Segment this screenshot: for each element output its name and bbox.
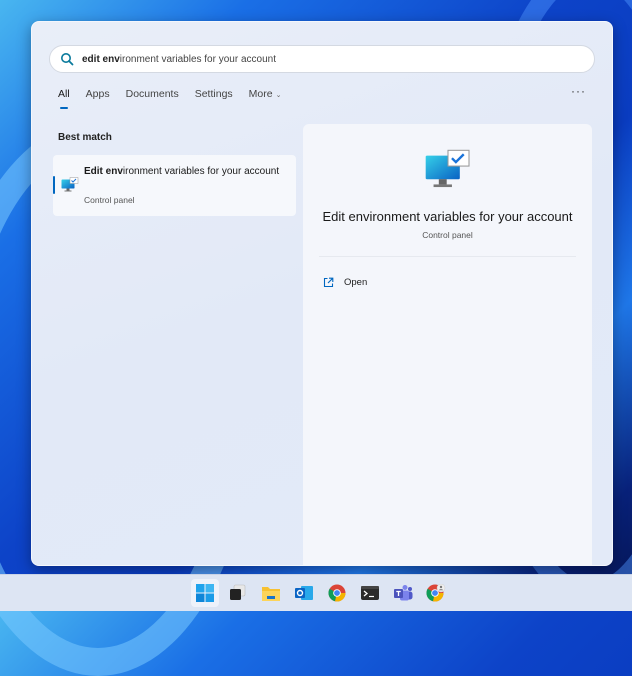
detail-pane: Edit environment variables for your acco… [303, 124, 592, 565]
taskbar [0, 574, 632, 611]
search-panel: edit environment variables for your acco… [31, 21, 613, 566]
filter-tabs: All Apps Documents Settings More ⌄ [58, 88, 297, 109]
search-icon [61, 53, 74, 66]
tab-more[interactable]: More ⌄ [249, 88, 282, 100]
taskbar-chrome-profile[interactable] [422, 579, 450, 607]
taskbar-terminal[interactable] [356, 579, 384, 607]
open-action-label: Open [344, 277, 368, 288]
result-title-rest: ironment variables for your account [122, 166, 280, 177]
more-options-button[interactable]: ··· [571, 84, 586, 98]
best-match-result[interactable]: Edit environment variables for your acco… [53, 155, 296, 216]
taskbar-chrome[interactable] [323, 579, 351, 607]
outlook-icon [295, 586, 313, 600]
search-box[interactable]: edit environment variables for your acco… [49, 45, 595, 73]
tab-settings[interactable]: Settings [195, 88, 233, 100]
open-action[interactable]: Open [323, 277, 367, 288]
selection-indicator [53, 176, 55, 194]
detail-subtitle: Control panel [422, 230, 473, 240]
result-subtitle: Control panel [84, 195, 135, 205]
search-input[interactable]: edit environment variables for your acco… [82, 54, 276, 65]
open-external-icon [323, 277, 334, 288]
chrome-profile-icon [426, 584, 446, 602]
tab-apps[interactable]: Apps [86, 88, 110, 100]
best-match-heading: Best match [58, 132, 112, 143]
taskbar-file-explorer[interactable] [257, 579, 285, 607]
taskbar-teams[interactable] [389, 579, 417, 607]
search-query-suggestion: ironment variables for your account [119, 53, 276, 65]
chrome-icon [328, 584, 346, 602]
chevron-down-icon: ⌄ [275, 92, 282, 99]
tab-more-label: More [248, 88, 273, 100]
result-title: Edit environment variables for your acco… [84, 164, 284, 179]
tab-documents[interactable]: Documents [126, 88, 179, 100]
divider [319, 256, 576, 257]
search-query-typed: edit env [82, 53, 120, 65]
control-panel-monitor-icon [61, 177, 79, 192]
task-view-icon [230, 584, 246, 600]
windows-start-icon [196, 584, 214, 602]
teams-icon [394, 585, 413, 601]
folder-icon [262, 587, 280, 601]
tab-all[interactable]: All [58, 88, 70, 109]
taskbar-task-view[interactable] [224, 579, 252, 607]
result-title-match: Edit env [84, 166, 123, 177]
taskbar-outlook[interactable] [290, 579, 318, 607]
detail-title: Edit environment variables for your acco… [322, 209, 573, 224]
terminal-icon [361, 586, 379, 600]
taskbar-start[interactable] [191, 579, 219, 607]
control-panel-monitor-icon [425, 149, 470, 188]
